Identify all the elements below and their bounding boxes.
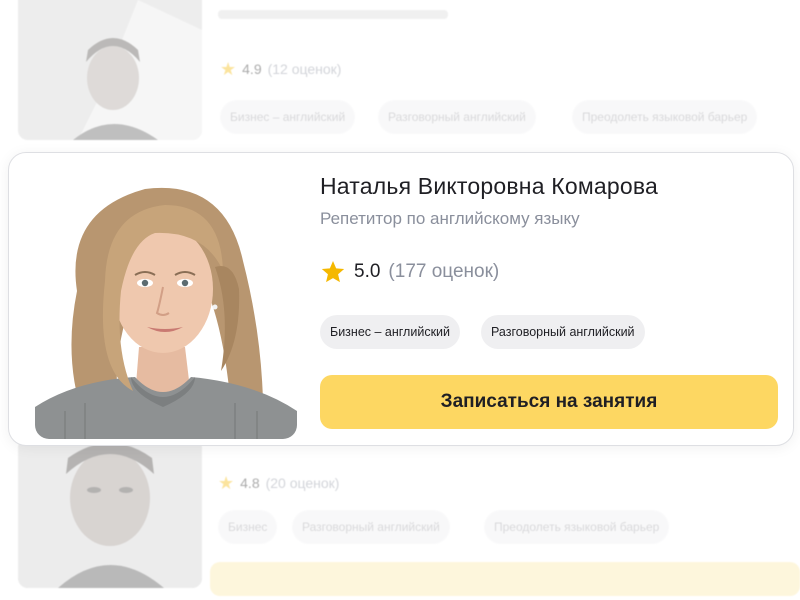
rating-count: (177 оценок) [388, 261, 500, 282]
background-subtitle-placeholder [218, 10, 448, 19]
tutor-subject: Репетитор по английскому языку [320, 209, 580, 228]
background-tutor-photo [18, 0, 202, 140]
background-tutor-card-top: ★ 4.9 (12 оценок) Бизнес – английский Ра… [0, 0, 800, 150]
background-rating: ★ 4.9 (12 оценок) [220, 60, 341, 78]
background-tag: Разговорный английский [378, 100, 536, 134]
background-tutor-photo [18, 438, 202, 588]
tutor-photo [35, 171, 297, 439]
background-tutor-card-bottom: ★ 4.8 (20 оценок) Бизнес Разговорный анг… [0, 438, 800, 600]
background-rating-count: (20 оценок) [265, 475, 340, 491]
background-tag: Разговорный английский [292, 510, 450, 544]
tutor-card: Наталья Викторовна Комарова Репетитор по… [8, 152, 794, 446]
tag-business-english: Бизнес – английский [320, 315, 461, 349]
background-rating: ★ 4.8 (20 оценок) [218, 474, 339, 492]
background-rating-value: 4.8 [240, 475, 260, 491]
star-icon: ★ [218, 473, 235, 493]
background-cta-button [210, 562, 800, 596]
background-tag: Преодолеть языковой барьер [572, 100, 758, 134]
background-tag: Преодолеть языковой барьер [484, 510, 670, 544]
star-icon: ★ [220, 59, 237, 79]
star-icon [321, 260, 345, 283]
tutor-name: Наталья Викторовна Комарова [320, 173, 659, 199]
background-tag: Бизнес [218, 510, 278, 544]
background-tag: Бизнес – английский [220, 100, 356, 134]
rating-value: 5.0 [354, 261, 381, 282]
background-rating-value: 4.9 [242, 61, 262, 77]
tutor-rating: 5.0 (177 оценок) [320, 259, 499, 285]
tutor-list-screen: ★ 4.9 (12 оценок) Бизнес – английский Ра… [0, 0, 800, 600]
tag-conversational-english: Разговорный английский [481, 315, 645, 349]
book-lesson-button[interactable]: Записаться на занятия [320, 375, 778, 429]
background-rating-count: (12 оценок) [267, 61, 342, 77]
